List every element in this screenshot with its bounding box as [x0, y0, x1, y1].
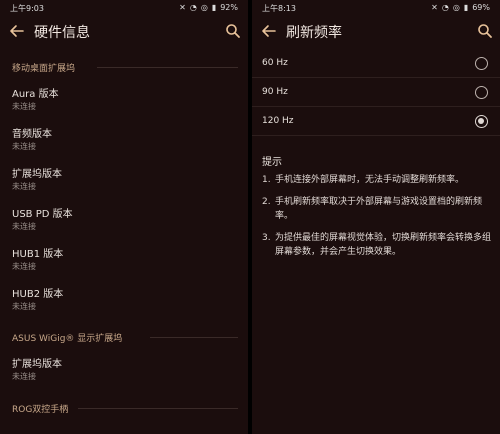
option-label: 120 Hz	[262, 116, 294, 126]
battery-icon: ▮	[211, 3, 217, 12]
back-arrow-icon[interactable]	[260, 22, 278, 40]
item-title: 音频版本	[12, 129, 52, 140]
mute-icon: ✕	[179, 3, 186, 12]
tip-item: 3. 为提供最佳的屏幕视觉体验，切换刷新频率会转换多组屏幕参数，并会产生切换效果…	[262, 231, 494, 259]
mute-icon: ✕	[431, 3, 438, 12]
item-status: 未连接	[12, 302, 36, 311]
battery-percent: 92%	[220, 3, 238, 12]
item-status: 未连接	[12, 142, 36, 151]
refresh-option-90hz[interactable]: 90 Hz	[252, 79, 500, 107]
item-title: 扩展坞版本	[12, 169, 62, 180]
page-title: 硬件信息	[34, 25, 90, 41]
battery-icon: ▮	[463, 3, 469, 12]
status-icons: ✕ ◔ ◎ ▮ 92%	[179, 3, 238, 13]
list-item[interactable]: 扩展坞版本 未连接	[12, 169, 62, 193]
refresh-option-60hz[interactable]: 60 Hz	[252, 50, 500, 78]
list-item[interactable]: 扩展坞版本 未连接	[12, 359, 62, 383]
section-header-mobile-dock: 移动桌面扩展坞	[12, 64, 76, 74]
item-status: 未连接	[12, 262, 36, 271]
tip-number: 1.	[262, 175, 271, 185]
status-bar: 上午9:03 ✕ ◔ ◎ ▮ 92%	[0, 0, 248, 16]
item-title: Aura 版本	[12, 89, 59, 100]
item-title: HUB2 版本	[12, 289, 64, 300]
tip-text: 为提供最佳的屏幕视觉体验，切换刷新频率会转换多组屏幕参数，并会产生切换效果。	[275, 233, 492, 257]
item-status: 未连接	[12, 372, 36, 381]
list-item[interactable]: HUB1 版本 未连接	[12, 249, 63, 273]
tip-item: 1. 手机连接外部屏幕时，无法手动调整刷新频率。	[262, 173, 494, 187]
page-title: 刷新频率	[286, 25, 342, 41]
section-header-rog-controller: ROG双控手柄	[12, 405, 69, 415]
tip-text: 手机连接外部屏幕时，无法手动调整刷新频率。	[275, 175, 465, 185]
item-title: HUB1 版本	[12, 249, 64, 260]
wifi-icon: ◔	[189, 3, 197, 12]
status-bar: 上午8:13 ✕ ◔ ◎ ▮ 69%	[252, 0, 500, 16]
section-divider	[97, 67, 238, 68]
tip-text: 手机刷新频率取决于外部屏幕与游戏设置档的刷新频率。	[275, 197, 483, 221]
radio-button-icon[interactable]	[475, 57, 488, 70]
item-status: 未连接	[12, 102, 36, 111]
tip-item: 2. 手机刷新频率取决于外部屏幕与游戏设置档的刷新频率。	[262, 195, 494, 223]
section-divider	[78, 408, 238, 409]
status-time: 上午8:13	[262, 4, 296, 13]
list-item[interactable]: 音频版本 未连接	[12, 129, 52, 153]
item-title: 扩展坞版本	[12, 359, 62, 370]
list-item[interactable]: Aura 版本 未连接	[12, 89, 59, 113]
hardware-info-screen: 上午9:03 ✕ ◔ ◎ ▮ 92% 硬件信息 移动桌面扩展坞 Aura 版本 …	[0, 0, 248, 434]
battery-percent: 69%	[472, 3, 490, 12]
item-title: USB PD 版本	[12, 209, 73, 220]
alarm-icon: ◎	[452, 3, 460, 12]
radio-button-icon[interactable]	[475, 115, 488, 128]
search-icon[interactable]	[476, 22, 494, 40]
list-item[interactable]: USB PD 版本 未连接	[12, 209, 73, 233]
section-divider	[150, 337, 238, 338]
option-label: 90 Hz	[262, 87, 288, 97]
refresh-rate-screen: 上午8:13 ✕ ◔ ◎ ▮ 69% 刷新频率 60 Hz 90 Hz 120 …	[252, 0, 500, 434]
option-label: 60 Hz	[262, 58, 288, 68]
tip-number: 3.	[262, 233, 271, 243]
app-bar: 刷新频率	[252, 16, 500, 48]
search-icon[interactable]	[224, 22, 242, 40]
item-status: 未连接	[12, 222, 36, 231]
status-time: 上午9:03	[10, 4, 44, 13]
back-arrow-icon[interactable]	[8, 22, 26, 40]
refresh-option-120hz[interactable]: 120 Hz	[252, 108, 500, 136]
tip-number: 2.	[262, 197, 271, 207]
section-header-wigig-dock: ASUS WiGig® 显示扩展坞	[12, 334, 123, 344]
status-icons: ✕ ◔ ◎ ▮ 69%	[431, 3, 490, 13]
app-bar: 硬件信息	[0, 16, 248, 48]
list-item[interactable]: HUB2 版本 未连接	[12, 289, 63, 313]
alarm-icon: ◎	[200, 3, 208, 12]
tips-heading: 提示	[262, 157, 282, 168]
radio-button-icon[interactable]	[475, 86, 488, 99]
wifi-icon: ◔	[441, 3, 449, 12]
item-status: 未连接	[12, 182, 36, 191]
